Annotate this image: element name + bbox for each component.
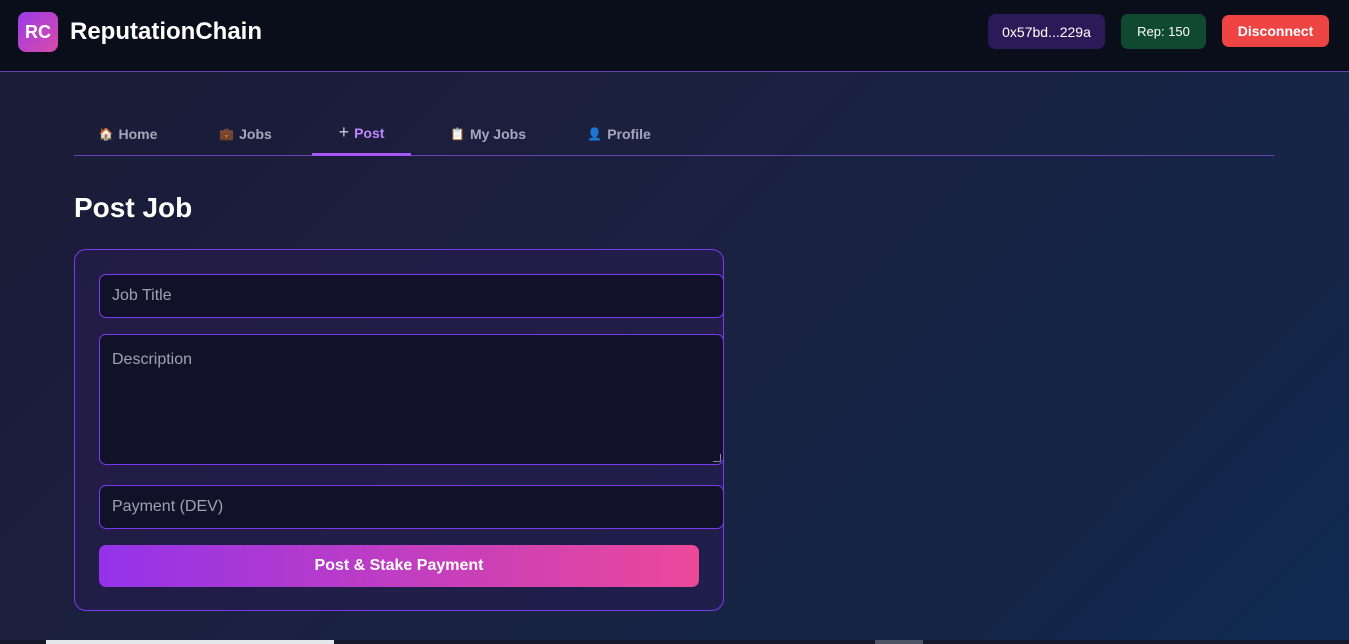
description-textarea[interactable]: Description <box>99 334 724 465</box>
reputation-badge: Rep: 150 <box>1121 14 1206 49</box>
user-icon: 👤 <box>587 127 603 141</box>
top-navbar: RC ReputationChain 0x57bd...229a Rep: 15… <box>0 0 1349 72</box>
scrollbar-thumb-secondary[interactable] <box>875 640 923 644</box>
logo-badge: RC <box>18 12 58 52</box>
logo-text: RC <box>25 21 51 42</box>
payment-placeholder: Payment (DEV) <box>112 498 224 515</box>
main-tabs: 🏠 Home 💼 Jobs + Post 📋 My Jobs 👤 Profile <box>74 112 1274 156</box>
payment-input[interactable]: Payment (DEV) <box>99 485 724 529</box>
job-title-placeholder: Job Title <box>112 287 172 304</box>
page-title: Post Job <box>74 192 193 223</box>
post-and-stake-button[interactable]: Post & Stake Payment <box>99 545 699 587</box>
tab-home[interactable]: 🏠 Home <box>88 112 168 156</box>
tab-my-jobs[interactable]: 📋 My Jobs <box>438 112 538 156</box>
tab-label: Home <box>118 126 158 142</box>
tab-label: Profile <box>607 126 651 142</box>
scrollbar-thumb[interactable] <box>46 640 334 644</box>
tab-label: Jobs <box>239 126 272 142</box>
house-icon: 🏠 <box>98 127 114 141</box>
wallet-address-badge[interactable]: 0x57bd...229a <box>988 14 1105 49</box>
tab-jobs[interactable]: 💼 Jobs <box>208 112 283 156</box>
plus-icon: + <box>338 122 350 142</box>
clipboard-icon: 📋 <box>450 127 465 141</box>
tab-label: My Jobs <box>469 126 526 142</box>
tab-label: Post <box>354 124 385 141</box>
job-title-input[interactable]: Job Title <box>99 274 724 318</box>
briefcase-icon: 💼 <box>219 127 235 141</box>
tab-post[interactable]: + Post <box>312 112 411 156</box>
resize-handle-icon[interactable] <box>713 454 721 462</box>
tab-profile[interactable]: 👤 Profile <box>574 112 664 156</box>
disconnect-button[interactable]: Disconnect <box>1222 15 1329 47</box>
app-title: ReputationChain <box>70 18 262 45</box>
description-placeholder: Description <box>112 351 193 368</box>
